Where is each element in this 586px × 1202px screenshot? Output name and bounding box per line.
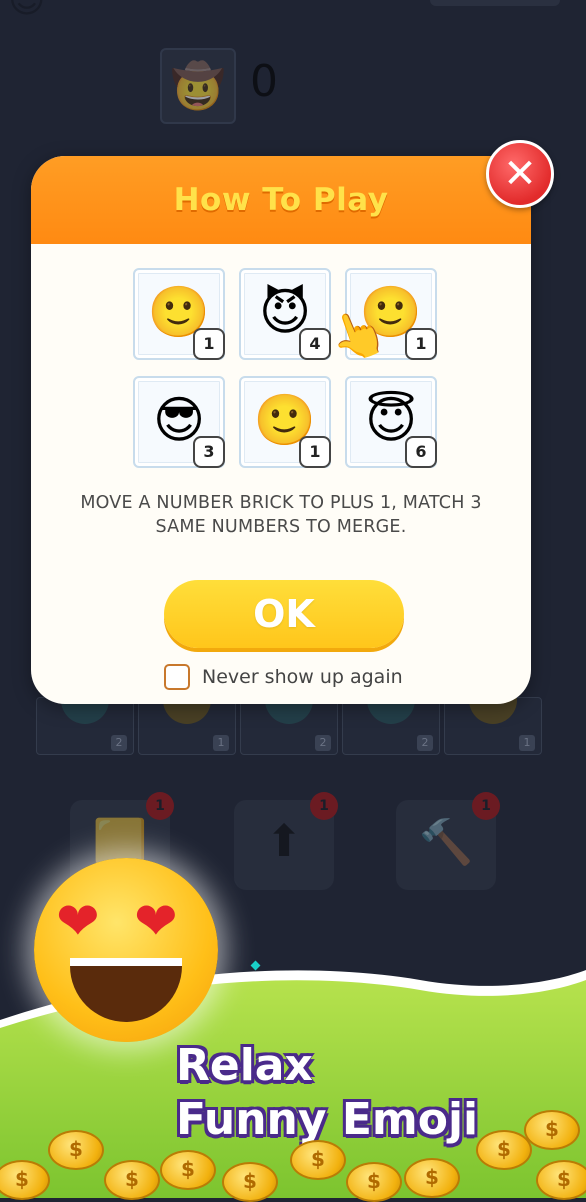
booster-hammer: 🔨 1 [396, 792, 500, 890]
ok-button[interactable]: OK [164, 580, 404, 648]
hammer-icon: 🔨 [418, 817, 474, 868]
example-tile: 😈 4 [239, 268, 331, 360]
board-tile: 2 [240, 697, 338, 755]
instructions-text: MOVE A NUMBER BRICK TO PLUS 1, MATCH 3 S… [80, 493, 482, 537]
how-to-play-dialog: How To Play 🙂 1 😈 4 🙂 1 😎 3 🙂 1 😇 6 👆 MO… [31, 156, 531, 704]
tile-number: 1 [193, 328, 225, 360]
example-tile: 🙂 1 [239, 376, 331, 468]
tile-count: 2 [315, 735, 331, 751]
never-show-checkbox[interactable] [164, 664, 190, 690]
close-icon: ✕ [503, 151, 537, 197]
dialog-header: How To Play [31, 156, 531, 244]
top-chip [430, 0, 560, 6]
close-button[interactable]: ✕ [486, 140, 554, 208]
coin-icon: $ [404, 1158, 460, 1198]
example-tile: 🙂 1 [133, 268, 225, 360]
coin-icon: $ [160, 1150, 216, 1190]
heart-icon: ❤ [134, 892, 178, 952]
corner-emoji-icon: ☺ [8, 0, 46, 21]
up-arrow-icon: ⬆ [265, 816, 303, 867]
heart-icon: ❤ [56, 892, 100, 952]
coin-icon: $ [222, 1162, 278, 1202]
coin-icon: $ [290, 1140, 346, 1180]
promo-title-line1: Relax [176, 1040, 313, 1091]
coin-icon: $ [524, 1110, 580, 1150]
board-tile: 1 [444, 697, 542, 755]
board-tile: 1 [138, 697, 236, 755]
score-box: 🤠 [160, 48, 236, 124]
tile-number: 3 [193, 436, 225, 468]
heart-eyes-emoji-icon: ❤ ❤ [34, 858, 218, 1042]
coin-icon: $ [48, 1130, 104, 1170]
board-tile: 2 [342, 697, 440, 755]
booster-plus-two: ⬆ 1 [234, 792, 338, 890]
coin-icon: $ [104, 1160, 160, 1200]
dialog-title: How To Play [173, 182, 389, 218]
tile-number: 6 [405, 436, 437, 468]
tile-count: 2 [111, 735, 127, 751]
score-value: 0 [250, 56, 278, 107]
emoji-mouth [70, 958, 182, 1022]
tile-count: 2 [417, 735, 433, 751]
tile-count: 1 [213, 735, 229, 751]
booster-badge: 1 [146, 792, 174, 820]
cowboy-emoji-icon: 🤠 [170, 61, 226, 112]
tile-number: 1 [299, 436, 331, 468]
booster-badge: 1 [472, 792, 500, 820]
coin-icon: $ [346, 1162, 402, 1202]
promo-title-line2: Funny Emoji [176, 1094, 479, 1145]
coin-icon: $ [476, 1130, 532, 1170]
tile-number: 1 [405, 328, 437, 360]
booster-badge: 1 [310, 792, 338, 820]
board-row: 2 1 2 2 1 [36, 697, 542, 755]
never-show-row[interactable]: Never show up again [164, 664, 403, 690]
coin-icon: $ [536, 1160, 586, 1200]
tile-count: 1 [519, 735, 535, 751]
never-show-label[interactable]: Never show up again [202, 666, 403, 688]
example-grid: 🙂 1 😈 4 🙂 1 😎 3 🙂 1 😇 6 [133, 268, 439, 468]
example-tile: 😇 6 [345, 376, 437, 468]
example-tile: 😎 3 [133, 376, 225, 468]
board-tile: 2 [36, 697, 134, 755]
